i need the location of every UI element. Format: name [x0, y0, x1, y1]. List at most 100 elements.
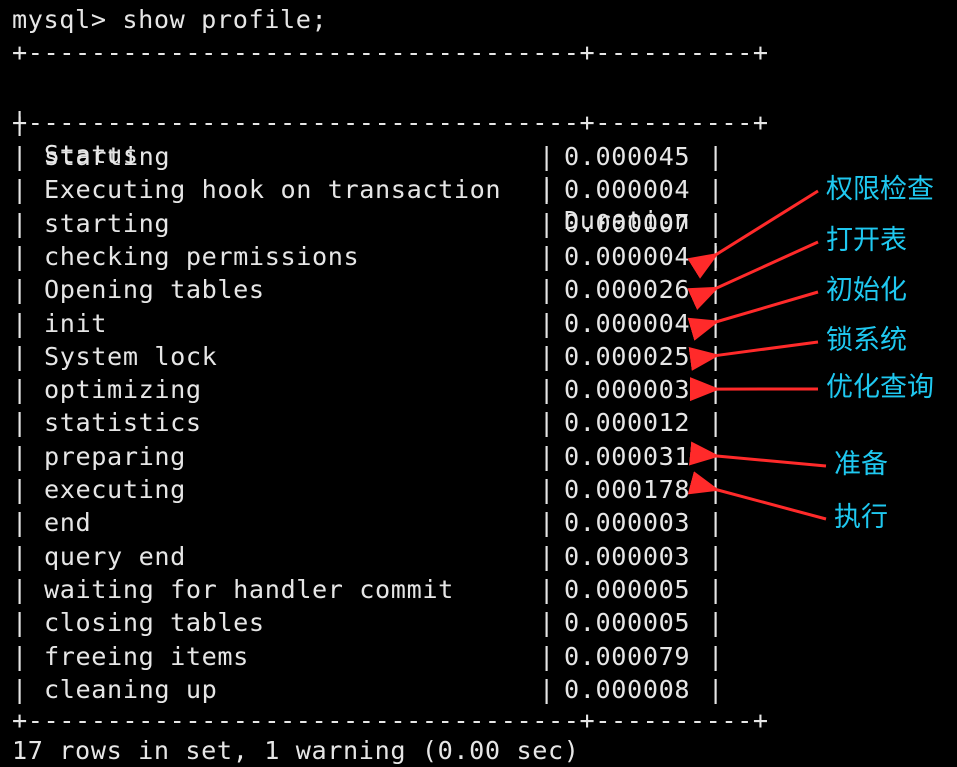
annotation-arrow	[687, 471, 827, 521]
duration-cell: 0.000003	[564, 375, 691, 405]
status-cell: waiting for handler commit	[44, 574, 454, 604]
pipe-left: |	[12, 408, 28, 438]
duration-cell: 0.000031	[564, 441, 691, 471]
pipe-mid: |	[539, 508, 555, 538]
pipe-right: |	[708, 574, 724, 604]
pipe-mid: |	[539, 441, 555, 471]
duration-cell: 0.000178	[564, 475, 691, 504]
annotation-arrow	[688, 340, 819, 371]
pipe-mid: |	[539, 541, 555, 571]
pipe-left: |	[12, 508, 28, 538]
duration-cell: 0.000004	[564, 308, 691, 338]
pipe-left: |	[12, 574, 28, 604]
pipe-mid: |	[539, 674, 555, 704]
status-cell: starting	[44, 142, 171, 171]
duration-cell: 0.000004	[564, 241, 691, 271]
pipe-left: |	[12, 275, 28, 305]
pipe-right: |	[708, 441, 724, 471]
pipe-right: |	[708, 674, 724, 704]
pipe-left: |	[12, 674, 28, 704]
pipe-right: |	[708, 275, 724, 305]
pipe-right: |	[708, 608, 724, 638]
annotation-arrow	[687, 240, 819, 311]
result-footer: 17 rows in set, 1 warning (0.00 sec)	[12, 736, 580, 765]
pipe-mid: |	[539, 208, 555, 238]
status-cell: statistics	[44, 408, 202, 438]
duration-cell: 0.000005	[564, 574, 691, 604]
duration-cell: 0.000026	[564, 275, 691, 305]
status-cell: Opening tables	[44, 275, 265, 305]
status-cell: query end	[44, 541, 186, 571]
pipe-mid: |	[539, 408, 555, 438]
duration-cell: 0.000045	[564, 142, 691, 171]
pipe-mid: |	[539, 574, 555, 604]
duration-cell: 0.000025	[564, 341, 691, 371]
pipe-mid: |	[539, 641, 555, 671]
duration-cell: 0.000012	[564, 408, 691, 438]
annotation-arrow	[687, 189, 819, 279]
pipe-right: |	[708, 241, 724, 271]
status-cell: executing	[44, 475, 186, 504]
table-border-top: +-----------------------------------+---…	[12, 38, 769, 67]
pipe-left: |	[12, 175, 28, 205]
annotation-label: 准备	[834, 449, 888, 480]
annotation-label: 打开表	[826, 225, 907, 256]
pipe-mid: |	[539, 341, 555, 371]
pipe-left: |	[12, 441, 28, 471]
pipe-mid: |	[539, 175, 555, 205]
status-cell: System lock	[44, 341, 218, 371]
pipe-mid: |	[539, 142, 555, 171]
duration-cell: 0.000004	[564, 175, 691, 205]
pipe-right: |	[708, 641, 724, 671]
pipe-mid: |	[539, 375, 555, 405]
pipe-mid: |	[539, 241, 555, 271]
duration-cell: 0.000008	[564, 674, 691, 704]
status-cell: freeing items	[44, 641, 249, 671]
annotation-label: 执行	[834, 502, 888, 533]
status-cell: cleaning up	[44, 674, 218, 704]
status-cell: init	[44, 308, 108, 338]
pipe-right: |	[708, 541, 724, 571]
table-header-row: | Status | Duration |	[12, 72, 723, 268]
annotation-arrow	[689, 441, 827, 468]
pipe-left: |	[12, 608, 28, 638]
pipe-left: |	[12, 308, 28, 338]
duration-cell: 0.000079	[564, 641, 691, 671]
pipe-right: |	[708, 508, 724, 538]
pipe-right: |	[708, 375, 724, 405]
status-cell: starting	[44, 208, 171, 238]
annotation-label: 优化查询	[826, 372, 934, 403]
duration-cell: 0.000003	[564, 541, 691, 571]
status-cell: optimizing	[44, 375, 202, 405]
pipe-mid: |	[539, 308, 555, 338]
pipe-mid: |	[539, 475, 555, 504]
annotation-label: 权限检查	[826, 174, 934, 205]
pipe-right: |	[708, 142, 724, 171]
pipe-right: |	[708, 408, 724, 438]
pipe-left: |	[12, 241, 28, 271]
status-cell: checking permissions	[44, 241, 360, 271]
duration-cell: 0.000007	[564, 208, 691, 238]
duration-cell: 0.000003	[564, 508, 691, 538]
annotation-label: 初始化	[826, 275, 907, 306]
pipe-left: |	[12, 475, 28, 504]
pipe-left: |	[12, 375, 28, 405]
pipe-right: |	[708, 175, 724, 205]
pipe-mid: |	[539, 608, 555, 638]
pipe-right: |	[708, 308, 724, 338]
status-cell: Executing hook on transaction	[44, 175, 502, 205]
pipe-left: |	[12, 142, 28, 171]
status-cell: closing tables	[44, 608, 265, 638]
status-cell: end	[44, 508, 92, 538]
pipe-left: |	[12, 541, 28, 571]
command-prompt: mysql> show profile;	[12, 5, 328, 34]
annotation-label: 锁系统	[826, 325, 907, 356]
table-border-bottom: +-----------------------------------+---…	[12, 706, 769, 735]
pipe-mid: |	[539, 275, 555, 305]
pipe-left: |	[12, 208, 28, 238]
pipe-right: |	[708, 475, 724, 504]
pipe-left: |	[12, 341, 28, 371]
duration-cell: 0.000005	[564, 608, 691, 638]
pipe-left: |	[12, 641, 28, 671]
annotation-arrow	[687, 290, 819, 341]
